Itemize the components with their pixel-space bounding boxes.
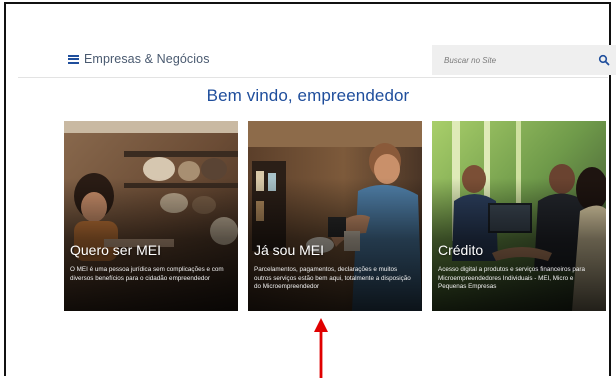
- card-description: O MEI é uma pessoa jurídica sem complica…: [70, 266, 224, 282]
- card-title[interactable]: Quero ser MEI: [70, 242, 161, 258]
- card-credito[interactable]: Crédito Acesso digital a produtos e serv…: [432, 121, 606, 311]
- menu-button[interactable]: Empresas & Negócios: [68, 52, 210, 66]
- search-input[interactable]: [444, 55, 594, 65]
- welcome-title: Bem vindo, empreendedor: [206, 86, 410, 105]
- red-arrow-icon: [314, 318, 328, 378]
- card-description: Parcelamentos, pagamentos, declarações e…: [254, 266, 411, 290]
- card-title[interactable]: Crédito: [438, 242, 483, 258]
- menu-icon: [68, 54, 79, 64]
- search-box[interactable]: [432, 45, 616, 75]
- card-description: Acesso digital a produtos e serviços fin…: [438, 266, 586, 290]
- search-icon[interactable]: [598, 54, 610, 66]
- card-title[interactable]: Já sou MEI: [254, 242, 324, 258]
- top-navigation-bar: Empresas & Negócios: [18, 42, 616, 78]
- card-quero-ser-mei[interactable]: Quero ser MEI O MEI é uma pessoa jurídic…: [64, 121, 238, 311]
- site-brand[interactable]: Empresas & Negócios: [84, 52, 210, 66]
- card-ja-sou-mei[interactable]: Já sou MEI Parcelamentos, pagamentos, de…: [248, 121, 422, 311]
